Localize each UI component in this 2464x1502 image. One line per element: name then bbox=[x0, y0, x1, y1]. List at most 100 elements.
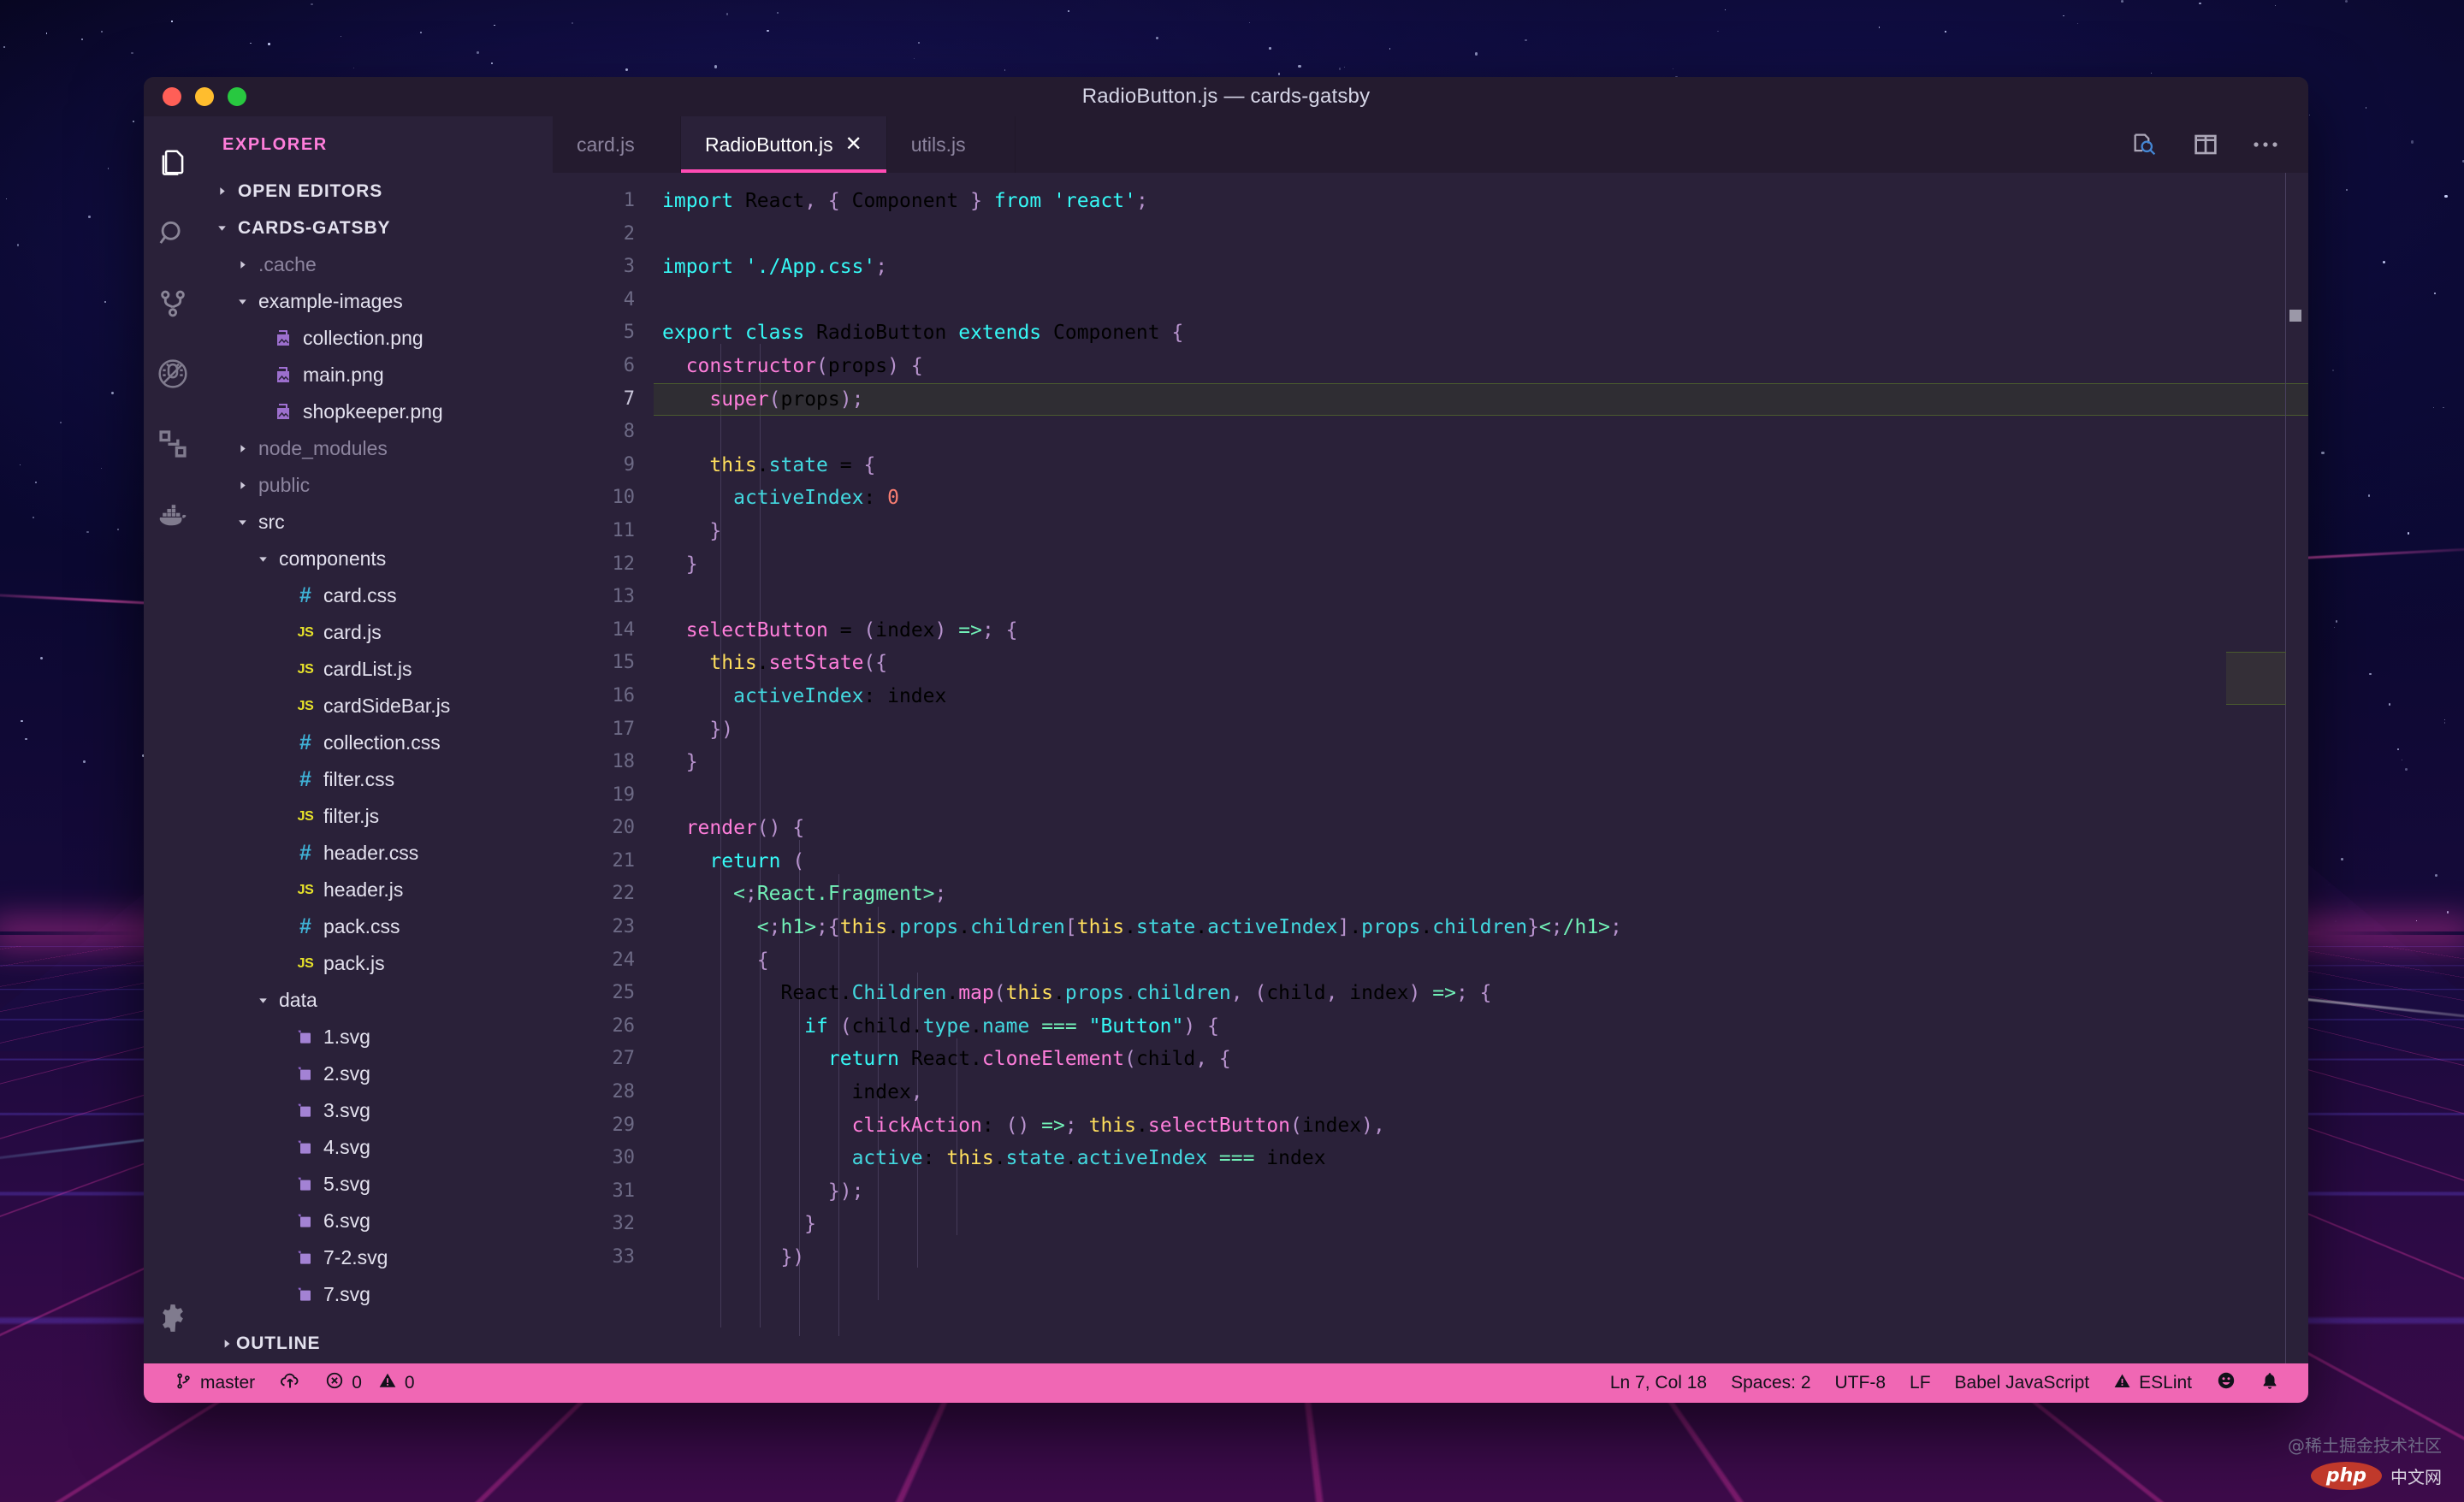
code-line[interactable]: super(props); bbox=[654, 383, 2308, 417]
code-line[interactable]: this.setState({ bbox=[654, 647, 2308, 680]
tree-item-cardlist.js[interactable]: JScardList.js bbox=[202, 651, 553, 688]
tab-radiobutton-js[interactable]: RadioButton.js ✕ bbox=[681, 116, 887, 173]
code-line[interactable]: } bbox=[654, 515, 2308, 548]
code-editor[interactable]: 1234567891011121314151617181920212223242… bbox=[553, 173, 2308, 1363]
code-line[interactable]: React.Children.map(this.props.children, … bbox=[654, 977, 2308, 1010]
status-notifications[interactable] bbox=[2248, 1363, 2291, 1403]
tree-item-src[interactable]: src bbox=[202, 504, 553, 541]
code-line[interactable]: clickAction: () =>; this.selectButton(in… bbox=[654, 1109, 2308, 1143]
tree-item-4.svg[interactable]: 4.svg bbox=[202, 1129, 553, 1166]
code-line[interactable]: export class RadioButton extends Compone… bbox=[654, 316, 2308, 350]
zoom-button[interactable] bbox=[228, 87, 246, 106]
code-line[interactable] bbox=[654, 284, 2308, 317]
tree-item-example-images[interactable]: example-images bbox=[202, 283, 553, 320]
status-indentation[interactable]: Spaces: 2 bbox=[1719, 1363, 1822, 1403]
tab-utils-js[interactable]: utils.js bbox=[887, 116, 1016, 173]
tree-item-filter.js[interactable]: JSfilter.js bbox=[202, 798, 553, 835]
status-branch[interactable]: master bbox=[163, 1363, 267, 1403]
tree-item-nodemodules[interactable]: node_modules bbox=[202, 430, 553, 467]
tree-item-header.js[interactable]: JSheader.js bbox=[202, 872, 553, 908]
activity-bar bbox=[144, 116, 202, 1363]
open-changes-icon[interactable] bbox=[2130, 130, 2159, 159]
tree-item-6.svg[interactable]: 6.svg bbox=[202, 1203, 553, 1239]
status-feedback[interactable] bbox=[2204, 1363, 2248, 1403]
code-line[interactable] bbox=[654, 416, 2308, 449]
more-actions-icon[interactable] bbox=[2252, 139, 2279, 150]
code-line[interactable] bbox=[654, 581, 2308, 614]
tree-item-collection.css[interactable]: #collection.css bbox=[202, 724, 553, 761]
tree-item-main.png[interactable]: main.png bbox=[202, 357, 553, 393]
code-line[interactable]: return ( bbox=[654, 845, 2308, 878]
activity-item-source-control[interactable] bbox=[144, 269, 202, 339]
code-line[interactable]: }) bbox=[654, 713, 2308, 747]
tree-item-data[interactable]: data bbox=[202, 982, 553, 1019]
split-editor-icon[interactable] bbox=[2192, 131, 2219, 158]
sidebar-section-outline[interactable]: OUTLINE bbox=[202, 1324, 553, 1363]
code-line[interactable] bbox=[654, 779, 2308, 813]
tree-item-pack.js[interactable]: JSpack.js bbox=[202, 945, 553, 982]
scrollbar-thumb[interactable] bbox=[2289, 310, 2301, 322]
tree-item-card.css[interactable]: #card.css bbox=[202, 577, 553, 614]
code-line[interactable]: } bbox=[654, 746, 2308, 779]
code-line[interactable]: index, bbox=[654, 1076, 2308, 1109]
tree-item-public[interactable]: public bbox=[202, 467, 553, 504]
sidebar-section-open-editors[interactable]: OPEN EDITORS bbox=[202, 173, 553, 210]
activity-item-run-and-debug[interactable] bbox=[144, 339, 202, 409]
code-line[interactable]: constructor(props) { bbox=[654, 350, 2308, 383]
activity-item-manage[interactable] bbox=[144, 1293, 202, 1363]
code-line[interactable]: active: this.state.activeIndex === index bbox=[654, 1142, 2308, 1175]
code-line[interactable]: selectButton = (index) =>; { bbox=[654, 614, 2308, 648]
tree-item-5.svg[interactable]: 5.svg bbox=[202, 1166, 553, 1203]
code-line[interactable]: } bbox=[654, 1208, 2308, 1241]
tree-item-1.svg[interactable]: 1.svg bbox=[202, 1019, 553, 1056]
status-encoding[interactable]: UTF-8 bbox=[1823, 1363, 1898, 1403]
status-language-mode[interactable]: Babel JavaScript bbox=[1943, 1363, 2102, 1403]
status-problems[interactable]: 0 0 bbox=[313, 1363, 426, 1403]
code-line[interactable] bbox=[654, 218, 2308, 251]
tree-item-card.js[interactable]: JScard.js bbox=[202, 614, 553, 651]
tab-card-js[interactable]: card.js bbox=[553, 116, 681, 173]
status-eol[interactable]: LF bbox=[1898, 1363, 1943, 1403]
tree-item-2.svg[interactable]: 2.svg bbox=[202, 1056, 553, 1092]
code-line[interactable]: }) bbox=[654, 1241, 2308, 1274]
tab-label: RadioButton.js bbox=[705, 133, 833, 157]
tree-item-7.svg[interactable]: 7.svg bbox=[202, 1276, 553, 1313]
code-line[interactable]: activeIndex: index bbox=[654, 680, 2308, 713]
tree-item-pack.css[interactable]: #pack.css bbox=[202, 908, 553, 945]
tree-item-shopkeeper.png[interactable]: shopkeeper.png bbox=[202, 393, 553, 430]
tree-item-cardsidebar.js[interactable]: JScardSideBar.js bbox=[202, 688, 553, 724]
tree-item-3.svg[interactable]: 3.svg bbox=[202, 1092, 553, 1129]
code-line[interactable]: import React, { Component } from 'react'… bbox=[654, 185, 2308, 218]
close-button[interactable] bbox=[163, 87, 181, 106]
code-line[interactable]: activeIndex: 0 bbox=[654, 482, 2308, 515]
code-line[interactable]: return React.cloneElement(child, { bbox=[654, 1043, 2308, 1076]
editor-scrollbar[interactable] bbox=[2286, 173, 2308, 1363]
status-sync[interactable] bbox=[267, 1363, 313, 1403]
tree-item-collection.png[interactable]: collection.png bbox=[202, 320, 553, 357]
code-line[interactable]: } bbox=[654, 548, 2308, 582]
tree-item-.cache[interactable]: .cache bbox=[202, 246, 553, 283]
code-content[interactable]: import React, { Component } from 'react'… bbox=[654, 173, 2308, 1363]
code-line[interactable]: <;React.Fragment>; bbox=[654, 878, 2308, 911]
activity-item-extensions[interactable] bbox=[144, 409, 202, 479]
code-line[interactable]: if (child.type.name === "Button") { bbox=[654, 1010, 2308, 1044]
code-line[interactable]: { bbox=[654, 944, 2308, 978]
activity-item-explorer[interactable] bbox=[144, 128, 202, 198]
tree-item-filter.css[interactable]: #filter.css bbox=[202, 761, 553, 798]
close-icon[interactable]: ✕ bbox=[845, 134, 862, 155]
tree-item-header.css[interactable]: #header.css bbox=[202, 835, 553, 872]
status-cursor-position[interactable]: Ln 7, Col 18 bbox=[1598, 1363, 1719, 1403]
status-eslint[interactable]: ESLint bbox=[2101, 1363, 2204, 1403]
minimize-button[interactable] bbox=[195, 87, 214, 106]
activity-item-docker[interactable] bbox=[144, 479, 202, 549]
sidebar-section-cards-gatsby[interactable]: CARDS-GATSBY bbox=[202, 210, 553, 246]
code-line[interactable]: <;h1>;{this.props.children[this.state.ac… bbox=[654, 911, 2308, 944]
code-line[interactable]: import './App.css'; bbox=[654, 251, 2308, 284]
tree-item-components[interactable]: components bbox=[202, 541, 553, 577]
tree-item-7-2.svg[interactable]: 7-2.svg bbox=[202, 1239, 553, 1276]
code-line[interactable]: this.state = { bbox=[654, 449, 2308, 482]
code-line[interactable]: render() { bbox=[654, 812, 2308, 845]
code-line[interactable]: }); bbox=[654, 1175, 2308, 1209]
activity-item-search[interactable] bbox=[144, 198, 202, 269]
file-tree[interactable]: OPEN EDITORSCARDS-GATSBY.cacheexample-im… bbox=[202, 173, 553, 1324]
